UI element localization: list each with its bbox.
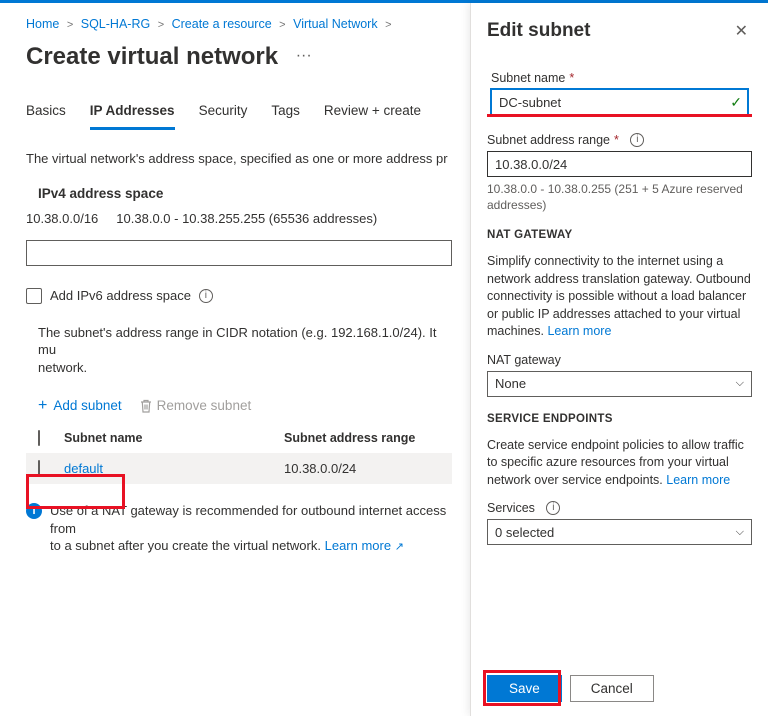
nat-gateway-select[interactable]: None ⌵ bbox=[487, 371, 752, 397]
tab-ip-addresses[interactable]: IP Addresses bbox=[90, 99, 175, 130]
row-checkbox[interactable] bbox=[38, 460, 40, 477]
tab-basics[interactable]: Basics bbox=[26, 99, 66, 130]
subnet-name-input[interactable] bbox=[491, 89, 748, 115]
col-subnet-range: Subnet address range bbox=[284, 431, 415, 445]
subnet-name-label: Subnet name* bbox=[491, 71, 748, 85]
add-subnet-button[interactable]: + Add subnet bbox=[38, 398, 122, 413]
breadcrumb: Home > SQL-HA-RG > Create a resource > V… bbox=[26, 17, 452, 31]
subnet-name-link[interactable]: default bbox=[64, 461, 103, 476]
close-icon[interactable]: ✕ bbox=[731, 19, 752, 43]
nat-info-banner: i Use of a NAT gateway is recommended fo… bbox=[26, 502, 452, 555]
info-icon: i bbox=[26, 503, 42, 519]
select-all-checkbox[interactable] bbox=[38, 430, 40, 446]
ipv6-checkbox[interactable] bbox=[26, 288, 42, 304]
ipv4-add-input[interactable] bbox=[26, 240, 452, 266]
remove-subnet-button: Remove subnet bbox=[140, 398, 252, 413]
save-button[interactable]: Save bbox=[487, 675, 562, 702]
plus-icon: + bbox=[38, 399, 47, 412]
ipv6-label: Add IPv6 address space bbox=[50, 288, 191, 303]
subnet-range-value: 10.38.0.0/24 bbox=[284, 461, 356, 476]
tab-review[interactable]: Review + create bbox=[324, 99, 421, 130]
nat-gateway-text: Simplify connectivity to the internet us… bbox=[487, 253, 752, 341]
learn-more-link[interactable]: Learn more bbox=[666, 473, 730, 487]
tab-security[interactable]: Security bbox=[199, 99, 248, 130]
tabs: Basics IP Addresses Security Tags Review… bbox=[26, 99, 452, 130]
service-endpoints-text: Create service endpoint policies to allo… bbox=[487, 437, 752, 490]
subnet-description: The subnet's address range in CIDR notat… bbox=[38, 324, 452, 377]
info-icon[interactable]: i bbox=[546, 501, 560, 515]
subnet-table: Subnet name Subnet address range default… bbox=[26, 423, 452, 484]
subnet-toolbar: + Add subnet Remove subnet bbox=[38, 398, 452, 413]
breadcrumb-create[interactable]: Create a resource bbox=[172, 17, 272, 31]
services-label: Services i bbox=[487, 501, 752, 515]
subnet-range-label: Subnet address range* i bbox=[487, 133, 752, 147]
subnet-table-header: Subnet name Subnet address range bbox=[26, 423, 452, 453]
external-link-icon: ↗ bbox=[395, 541, 404, 553]
panel-title: Edit subnet bbox=[487, 20, 590, 42]
ipv4-label: IPv4 address space bbox=[38, 186, 452, 201]
subnet-range-input[interactable] bbox=[487, 151, 752, 177]
service-endpoints-caption: SERVICE ENDPOINTS bbox=[487, 413, 752, 425]
breadcrumb-home[interactable]: Home bbox=[26, 17, 59, 31]
edit-subnet-panel: Edit subnet ✕ Subnet name* ✓ Subnet addr… bbox=[470, 3, 768, 716]
chevron-down-icon: ⌵ bbox=[736, 377, 744, 390]
breadcrumb-rg[interactable]: SQL-HA-RG bbox=[81, 17, 150, 31]
trash-icon bbox=[140, 399, 151, 412]
learn-more-link[interactable]: Learn more ↗ bbox=[325, 538, 404, 553]
breadcrumb-vnet[interactable]: Virtual Network bbox=[293, 17, 378, 31]
services-select[interactable]: 0 selected ⌵ bbox=[487, 519, 752, 545]
address-space-description: The virtual network's address space, spe… bbox=[26, 150, 452, 168]
services-value: 0 selected bbox=[495, 525, 554, 540]
tab-tags[interactable]: Tags bbox=[271, 99, 300, 130]
page-title: Create virtual network bbox=[26, 43, 278, 71]
col-subnet-name: Subnet name bbox=[64, 431, 284, 445]
learn-more-link[interactable]: Learn more bbox=[547, 324, 611, 338]
info-icon[interactable]: i bbox=[630, 133, 644, 147]
nat-gateway-caption: NAT GATEWAY bbox=[487, 229, 752, 241]
main-content: Home > SQL-HA-RG > Create a resource > V… bbox=[0, 3, 470, 716]
chevron-down-icon: ⌵ bbox=[736, 526, 744, 539]
cancel-button[interactable]: Cancel bbox=[570, 675, 654, 702]
more-icon[interactable]: ··· bbox=[296, 47, 312, 65]
info-icon[interactable]: i bbox=[199, 289, 213, 303]
nat-gateway-label: NAT gateway bbox=[487, 353, 752, 367]
ipv4-cidr: 10.38.0.0/16 bbox=[26, 211, 98, 226]
subnet-range-hint: 10.38.0.0 - 10.38.0.255 (251 + 5 Azure r… bbox=[487, 181, 752, 213]
ipv4-range: 10.38.0.0 - 10.38.255.255 (65536 address… bbox=[116, 211, 377, 226]
table-row[interactable]: default 10.38.0.0/24 bbox=[26, 453, 452, 484]
nat-gateway-value: None bbox=[495, 376, 526, 391]
ipv4-address-row: 10.38.0.0/16 10.38.0.0 - 10.38.255.255 (… bbox=[26, 211, 452, 226]
